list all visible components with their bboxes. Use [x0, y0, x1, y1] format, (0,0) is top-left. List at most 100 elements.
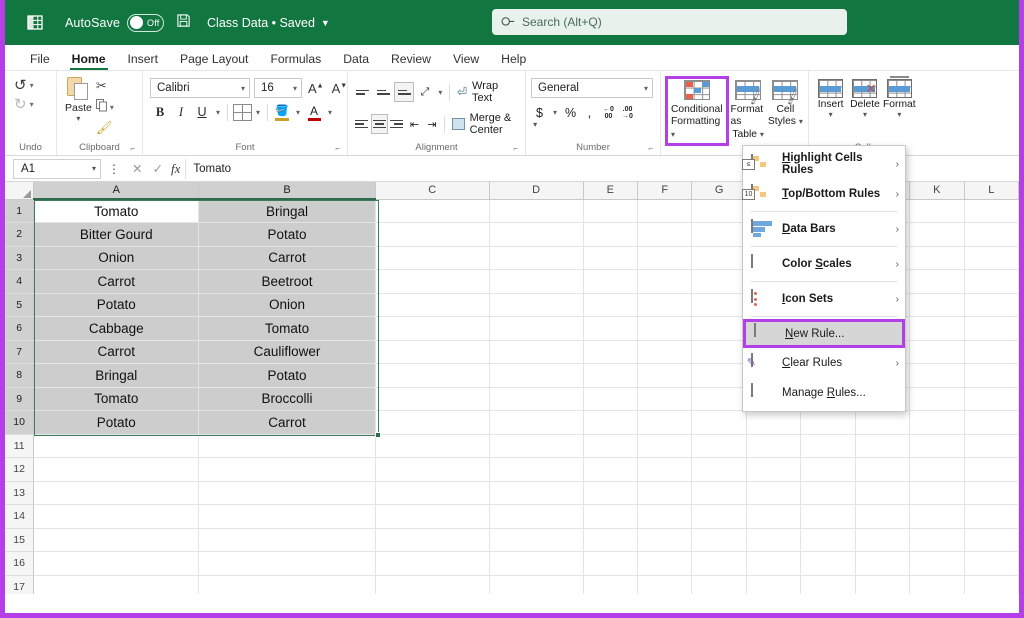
cell-g13[interactable]	[691, 481, 747, 505]
cell-a16[interactable]	[33, 551, 200, 576]
cell-f2[interactable]	[637, 222, 693, 247]
menu-item-highlight-cells-rules[interactable]: ≤ Highlight Cells Rules ›	[742, 149, 905, 179]
cell-h10[interactable]	[746, 410, 802, 435]
cell-c10[interactable]	[375, 410, 490, 435]
column-header-f[interactable]: F	[637, 182, 693, 200]
tab-view[interactable]: View	[442, 50, 490, 70]
menu-item-color-scales[interactable]: Color Scales ›	[743, 249, 905, 279]
cell-g3[interactable]	[691, 246, 747, 270]
cell-c4[interactable]	[375, 269, 490, 294]
decrease-decimal-button[interactable]: .00 →0	[619, 103, 636, 122]
cell-l15[interactable]	[964, 528, 1019, 552]
cell-b12[interactable]	[198, 457, 376, 482]
cell-g12[interactable]	[691, 457, 747, 482]
row-header-3[interactable]: 3	[5, 246, 35, 270]
cell-d9[interactable]	[489, 387, 584, 411]
cell-k11[interactable]	[909, 434, 965, 458]
row-header-17[interactable]: 17	[5, 575, 35, 594]
cell-g6[interactable]	[691, 316, 747, 341]
undo-button[interactable]: ↺ ▾	[14, 76, 34, 94]
cell-k13[interactable]	[909, 481, 965, 505]
cell-c17[interactable]	[375, 575, 490, 594]
align-center-button[interactable]	[370, 114, 388, 134]
row-header-4[interactable]: 4	[5, 269, 35, 294]
cell-l10[interactable]	[964, 410, 1019, 435]
orientation-button[interactable]: ⤢	[415, 82, 435, 102]
row-header-9[interactable]: 9	[5, 387, 35, 411]
cell-b6[interactable]: Tomato	[198, 316, 376, 341]
cell-e16[interactable]	[583, 551, 638, 576]
cell-h11[interactable]	[746, 434, 802, 458]
menu-item-manage-rules[interactable]: Manage Rules...	[743, 378, 905, 408]
cell-b17[interactable]	[198, 575, 376, 594]
cell-a12[interactable]	[33, 457, 200, 482]
number-format-combo[interactable]: General ▾	[531, 78, 653, 98]
cell-d3[interactable]	[489, 246, 584, 270]
cell-l17[interactable]	[964, 575, 1019, 594]
cell-c13[interactable]	[375, 481, 490, 505]
cell-j14[interactable]	[855, 504, 911, 529]
insert-cells-button[interactable]: Insert ▾	[814, 76, 847, 119]
format-painter-button[interactable]: 🖌	[96, 120, 114, 136]
cell-a10[interactable]: Potato	[33, 410, 200, 435]
cell-g10[interactable]	[691, 410, 747, 435]
tab-review[interactable]: Review	[380, 50, 442, 70]
cell-d14[interactable]	[489, 504, 584, 529]
cell-l3[interactable]	[964, 246, 1019, 270]
cell-d6[interactable]	[489, 316, 584, 341]
cell-g1[interactable]	[691, 199, 747, 223]
cell-c2[interactable]	[375, 222, 490, 247]
column-header-g[interactable]: G	[691, 182, 747, 200]
cell-l1[interactable]	[964, 199, 1019, 223]
paste-button[interactable]: Paste ▾	[65, 76, 92, 123]
cell-g9[interactable]	[691, 387, 747, 411]
cell-l13[interactable]	[964, 481, 1019, 505]
cell-i10[interactable]	[800, 410, 856, 435]
cell-g8[interactable]	[691, 363, 747, 388]
cell-g7[interactable]	[691, 340, 747, 364]
chevron-down-icon[interactable]: ▾	[829, 110, 833, 119]
column-header-a[interactable]: A	[33, 182, 200, 200]
tab-insert[interactable]: Insert	[117, 50, 169, 70]
cell-j11[interactable]	[855, 434, 911, 458]
cell-a17[interactable]	[33, 575, 200, 594]
cell-j12[interactable]	[855, 457, 911, 482]
cell-k14[interactable]	[909, 504, 965, 529]
cell-b5[interactable]: Onion	[198, 293, 376, 317]
chevron-down-icon[interactable]: ▾	[863, 110, 867, 119]
cell-c12[interactable]	[375, 457, 490, 482]
cell-i13[interactable]	[800, 481, 856, 505]
cell-c14[interactable]	[375, 504, 490, 529]
cell-c5[interactable]	[375, 293, 490, 317]
dialog-launcher-icon[interactable]: ⌐	[130, 144, 135, 153]
row-header-2[interactable]: 2	[5, 222, 35, 247]
cell-k15[interactable]	[909, 528, 965, 552]
cell-b15[interactable]	[198, 528, 376, 552]
cell-b2[interactable]: Potato	[198, 222, 376, 247]
row-header-13[interactable]: 13	[5, 481, 35, 505]
search-box[interactable]: Search (Alt+Q)	[492, 9, 847, 35]
row-header-12[interactable]: 12	[5, 457, 35, 482]
cell-c1[interactable]	[375, 199, 490, 223]
increase-decimal-button[interactable]: ←0 00	[600, 103, 617, 122]
cell-k1[interactable]	[909, 199, 965, 223]
cell-e15[interactable]	[583, 528, 638, 552]
chevron-down-icon[interactable]: ▾	[253, 108, 263, 117]
cell-d11[interactable]	[489, 434, 584, 458]
cell-a3[interactable]: Onion	[33, 246, 200, 270]
row-header-1[interactable]: 1	[5, 199, 35, 223]
cell-d8[interactable]	[489, 363, 584, 388]
cell-g14[interactable]	[691, 504, 747, 529]
cell-g17[interactable]	[691, 575, 747, 594]
cell-a4[interactable]: Carrot	[33, 269, 200, 294]
percent-button[interactable]: %	[562, 103, 579, 122]
cell-l2[interactable]	[964, 222, 1019, 247]
cell-h17[interactable]	[746, 575, 802, 594]
row-header-11[interactable]: 11	[5, 434, 35, 458]
row-header-14[interactable]: 14	[5, 504, 35, 529]
cell-c9[interactable]	[375, 387, 490, 411]
select-all-corner[interactable]	[5, 182, 35, 200]
cell-d17[interactable]	[489, 575, 584, 594]
cell-f4[interactable]	[637, 269, 693, 294]
cell-e2[interactable]	[583, 222, 638, 247]
